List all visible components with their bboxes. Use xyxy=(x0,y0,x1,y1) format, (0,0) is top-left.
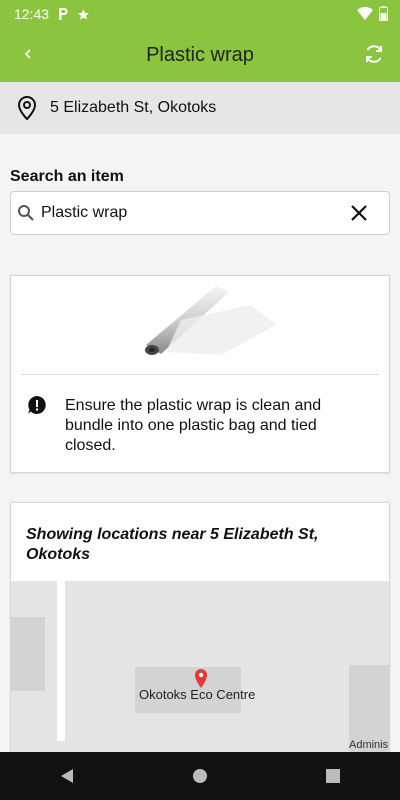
address-text: 5 Elizabeth St, Okotoks xyxy=(50,99,217,116)
nav-recents-button[interactable] xyxy=(313,756,353,796)
alert-icon xyxy=(28,396,46,414)
search-icon xyxy=(18,205,34,221)
map-place-label[interactable]: Okotoks Eco Centre xyxy=(139,687,255,702)
map[interactable]: Okotoks Eco Centre Adminis xyxy=(11,581,389,753)
location-pin-icon xyxy=(17,95,37,121)
nav-back-button[interactable] xyxy=(47,756,87,796)
refresh-icon[interactable] xyxy=(362,42,386,66)
back-icon[interactable] xyxy=(18,42,38,66)
map-edge-label: Adminis xyxy=(349,739,389,751)
search-input[interactable] xyxy=(39,203,333,223)
battery-icon xyxy=(379,6,388,21)
app-bar: Plastic wrap xyxy=(0,28,400,82)
map-road xyxy=(57,581,65,741)
nav-home-icon xyxy=(192,769,207,783)
nav-back-icon xyxy=(60,769,73,783)
locations-heading: Showing locations near 5 Elizabeth St, O… xyxy=(26,526,319,563)
card-divider xyxy=(21,374,379,375)
notification-p-icon xyxy=(59,8,68,20)
item-card: Ensure the plastic wrap is clean and bun… xyxy=(10,275,390,473)
nav-recents-icon xyxy=(326,769,341,783)
plastic-wrap-image xyxy=(145,286,276,355)
system-nav-bar xyxy=(0,752,400,800)
status-time: 12:43 xyxy=(14,6,50,22)
page-title: Plastic wrap xyxy=(146,43,254,66)
disposal-instruction: Ensure the plastic wrap is clean and bun… xyxy=(65,397,322,454)
nav-home-button[interactable] xyxy=(180,756,220,796)
search-label: Search an item xyxy=(10,168,124,185)
map-building xyxy=(11,617,45,691)
star-icon xyxy=(78,8,89,20)
search-box[interactable] xyxy=(10,191,390,235)
address-bar[interactable]: 5 Elizabeth St, Okotoks xyxy=(0,82,400,134)
locations-card: Showing locations near 5 Elizabeth St, O… xyxy=(10,502,390,754)
wifi-icon xyxy=(357,6,373,20)
status-bar: 12:43 xyxy=(0,0,400,28)
clear-icon[interactable] xyxy=(349,203,369,223)
map-marker-icon[interactable] xyxy=(194,669,208,689)
